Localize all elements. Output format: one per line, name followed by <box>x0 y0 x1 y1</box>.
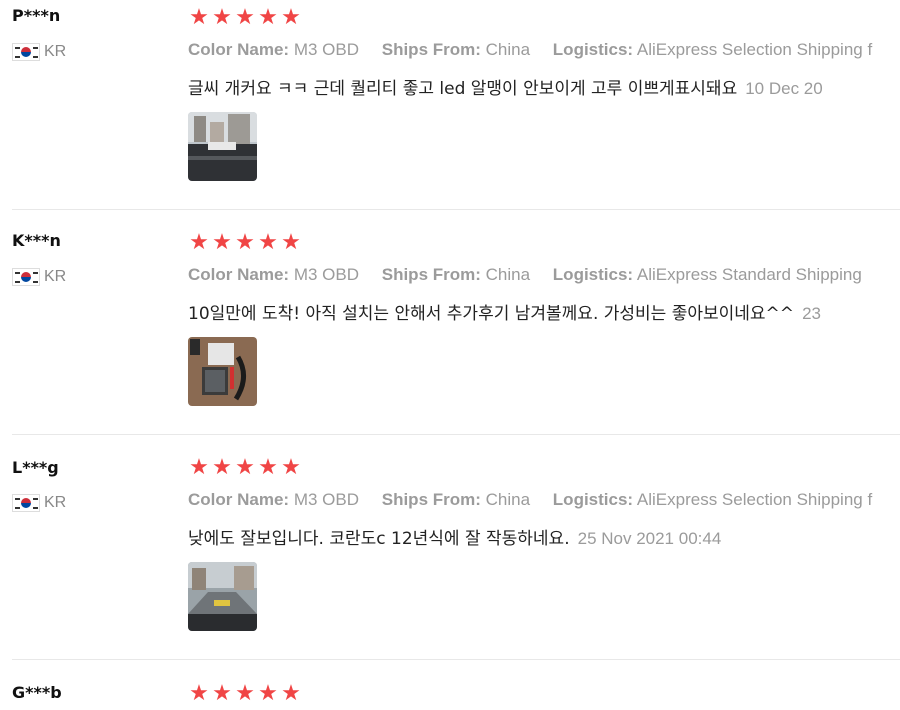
star-icon: ★ <box>258 5 278 30</box>
star-rating: ★ ★ ★ ★ ★ <box>188 5 302 30</box>
korea-flag-icon <box>12 43 40 61</box>
star-icon: ★ <box>189 5 209 30</box>
star-icon: ★ <box>258 230 278 255</box>
star-icon: ★ <box>281 681 301 706</box>
review-divider <box>12 434 900 435</box>
review-divider <box>12 209 900 210</box>
review-item: P***n KR ★ ★ ★ ★ ★ Color Name: M3 OBD Ships … <box>0 0 900 225</box>
reviewer-country: KR <box>12 493 66 513</box>
star-rating: ★ ★ ★ ★ ★ <box>188 455 302 480</box>
star-icon: ★ <box>212 5 232 30</box>
review-item: G***b ★ ★ ★ ★ ★ <box>0 675 900 710</box>
review-item: K***n KR ★ ★ ★ ★ ★ Color Name: M3 OBD Ships … <box>0 225 900 450</box>
review-text: 10일만에 도착! 아직 설치는 안해서 추가후기 남겨볼께요. 가성비는 좋아… <box>188 304 821 324</box>
review-attributes: Color Name: M3 OBD Ships From: China Log… <box>188 265 880 285</box>
reviewer-name: G***b <box>12 683 62 702</box>
star-icon: ★ <box>212 681 232 706</box>
star-rating: ★ ★ ★ ★ ★ <box>188 681 302 706</box>
road-hud-photo <box>188 562 257 631</box>
attr-color: Color Name: M3 OBD <box>188 40 359 59</box>
attr-color: Color Name: M3 OBD <box>188 265 359 284</box>
package-contents-photo <box>188 337 257 406</box>
star-icon: ★ <box>235 230 255 255</box>
review-divider <box>12 659 900 660</box>
country-code: KR <box>44 494 67 511</box>
attr-logistics: Logistics: AliExpress Standard Shipping <box>552 265 862 284</box>
star-icon: ★ <box>258 455 278 480</box>
star-icon: ★ <box>235 5 255 30</box>
review-photo-thumbnail[interactable] <box>188 337 257 406</box>
reviewer-name: P***n <box>12 6 61 25</box>
star-icon: ★ <box>189 681 209 706</box>
star-icon: ★ <box>235 455 255 480</box>
star-icon: ★ <box>281 5 301 30</box>
star-icon: ★ <box>212 230 232 255</box>
reviewer-name: L***g <box>12 458 59 477</box>
reviewer-country: KR <box>12 42 66 62</box>
review-attributes: Color Name: M3 OBD Ships From: China Log… <box>188 490 890 510</box>
star-icon: ★ <box>189 230 209 255</box>
review-date: 25 Nov 2021 00:44 <box>577 529 722 548</box>
korea-flag-icon <box>12 268 40 286</box>
review-photo-thumbnail[interactable] <box>188 562 257 631</box>
review-text: 글씨 개커요 ㅋㅋ 근데 퀄리티 좋고 led 알맹이 안보이게 고루 이쁘게표… <box>188 79 823 99</box>
star-icon: ★ <box>281 230 301 255</box>
attr-logistics: Logistics: AliExpress Selection Shipping… <box>552 490 873 509</box>
review-photo-thumbnail[interactable] <box>188 112 257 181</box>
reviewer-name: K***n <box>12 231 61 250</box>
dashboard-hud-photo <box>188 112 257 181</box>
attr-ships-from: Ships From: China <box>381 40 531 59</box>
star-icon: ★ <box>212 455 232 480</box>
star-icon: ★ <box>189 455 209 480</box>
review-attributes: Color Name: M3 OBD Ships From: China Log… <box>188 40 890 60</box>
attr-logistics: Logistics: AliExpress Selection Shipping… <box>552 40 873 59</box>
attr-ships-from: Ships From: China <box>381 265 531 284</box>
review-item: L***g KR ★ ★ ★ ★ ★ Color Name: M3 OBD Ships … <box>0 450 900 675</box>
review-text: 낮에도 잘보입니다. 코란도c 12년식에 잘 작동하네요. 25 Nov 202… <box>188 529 722 549</box>
country-code: KR <box>44 268 67 285</box>
star-icon: ★ <box>258 681 278 706</box>
attr-ships-from: Ships From: China <box>381 490 531 509</box>
star-icon: ★ <box>235 681 255 706</box>
reviewer-country: KR <box>12 267 66 287</box>
review-date: 23 <box>802 304 821 323</box>
country-code: KR <box>44 43 67 60</box>
star-icon: ★ <box>281 455 301 480</box>
korea-flag-icon <box>12 494 40 512</box>
attr-color: Color Name: M3 OBD <box>188 490 359 509</box>
review-date: 10 Dec 20 <box>745 79 823 98</box>
star-rating: ★ ★ ★ ★ ★ <box>188 230 302 255</box>
